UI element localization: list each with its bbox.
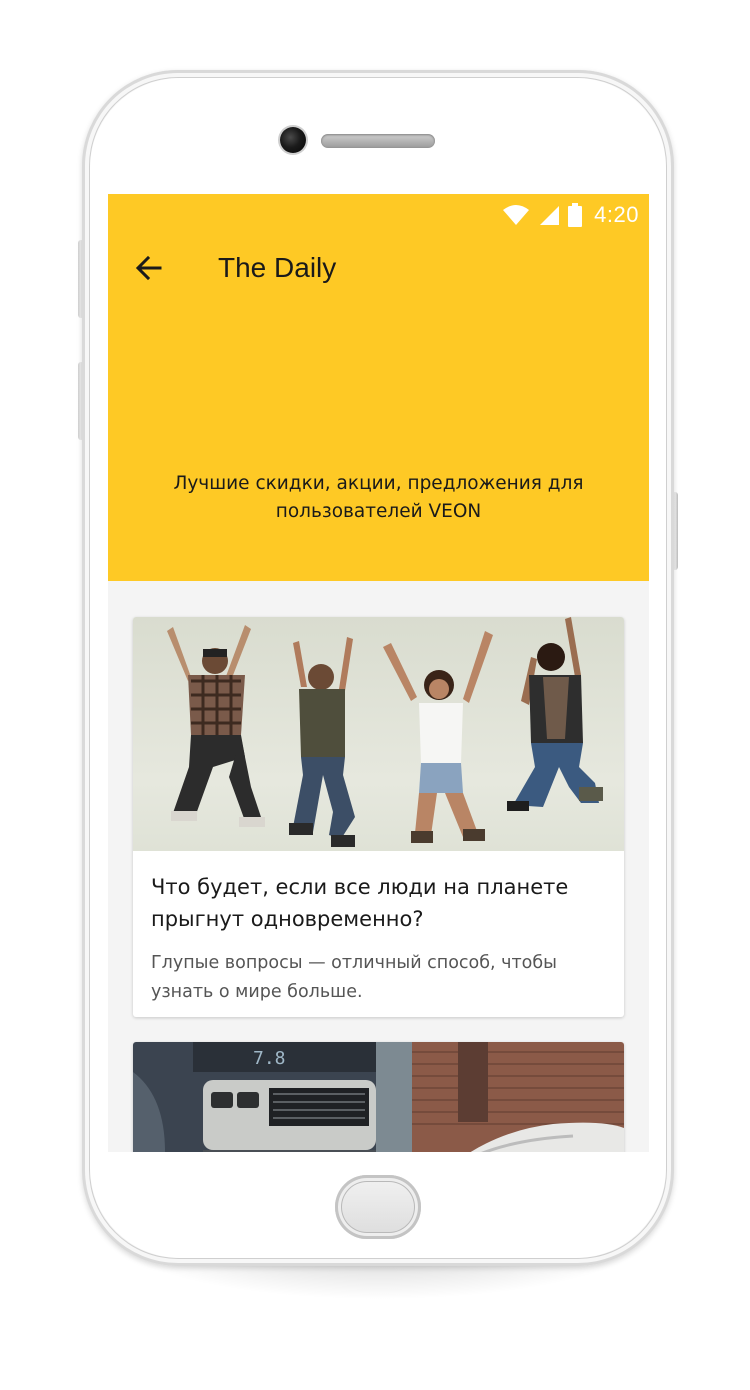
battery-icon (568, 203, 583, 227)
signal-icon (540, 206, 560, 225)
toolbar: The Daily (108, 234, 649, 304)
app-screen: 4:20 The Daily Лучшие скидки, акции, пре… (108, 194, 649, 1152)
app-header: 4:20 The Daily Лучшие скидки, акции, пре… (108, 194, 649, 581)
header-tagline: Лучшие скидки, акции, предложения для по… (173, 473, 584, 522)
wifi-icon (503, 205, 530, 225)
car-interior-and-street-photo: 7.8 (133, 1042, 624, 1152)
article-description: Глупые вопросы — отличный способ, чтобы … (151, 953, 558, 1002)
people-jumping-photo (133, 617, 624, 851)
article-title: Что будет, если все люди на планете прыг… (151, 875, 569, 931)
status-bar: 4:20 (108, 194, 649, 234)
svg-text:7.8: 7.8 (253, 1048, 286, 1069)
article-card[interactable]: Что будет, если все люди на планете прыг… (133, 617, 624, 1017)
arrow-left-icon[interactable] (130, 248, 170, 288)
status-icons: 4:20 (502, 202, 639, 228)
earpiece-speaker (321, 134, 435, 148)
front-camera-icon (280, 127, 306, 153)
people-jumping-illustration (133, 617, 624, 851)
status-time: 4:20 (594, 202, 639, 227)
device-mockup: 4:20 The Daily Лучшие скидки, акции, пре… (0, 0, 750, 1390)
page-title: The Daily (218, 252, 337, 283)
article-card[interactable]: 7.8 (133, 1042, 624, 1152)
home-button[interactable] (335, 1175, 421, 1239)
car-interior-illustration: 7.8 (133, 1042, 624, 1152)
